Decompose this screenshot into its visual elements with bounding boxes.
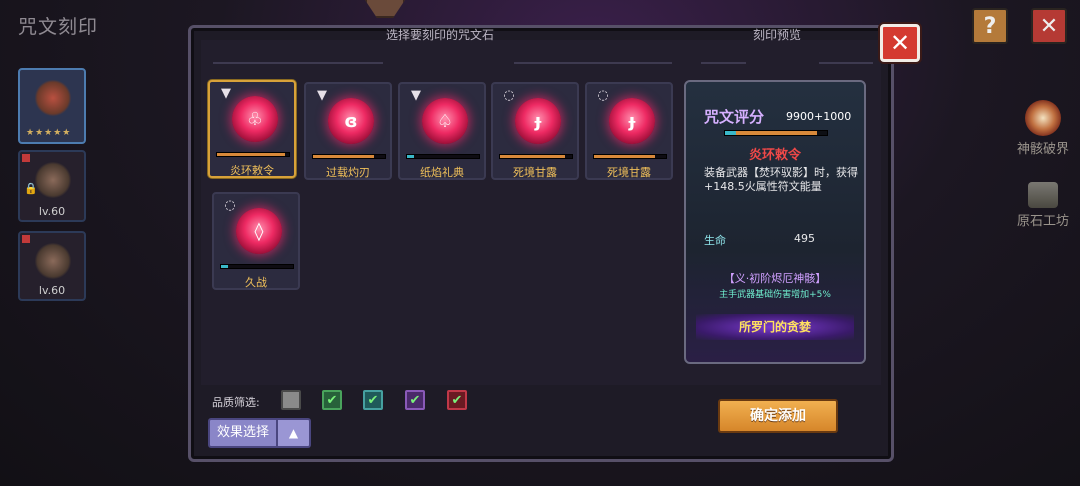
- rune-name: 死境甘露: [513, 166, 557, 179]
- screen-title: 咒文刻印: [18, 16, 99, 38]
- stat-value: 495: [794, 232, 815, 245]
- rune-name: 炎环敕令: [230, 164, 274, 177]
- rune-name: 过载灼刃: [326, 166, 370, 179]
- confirm-add-button[interactable]: 确定添加: [718, 399, 838, 433]
- top-emblem-icon: [365, 0, 405, 18]
- arrow-down-icon: ▼: [317, 88, 327, 103]
- score-bar-fill: [725, 131, 817, 135]
- score-bar: [724, 130, 828, 136]
- rune-card[interactable]: ◌ ɟ 死境甘露: [491, 82, 579, 180]
- hero-portrait: [34, 80, 72, 116]
- rune-name: 死境甘露: [607, 166, 651, 179]
- hero-card[interactable]: 🔒 lv.60: [18, 150, 86, 222]
- rune-progress-bar: [593, 154, 667, 159]
- rune-progress-fill: [217, 153, 286, 156]
- rune-progress-fill: [407, 155, 415, 158]
- side-link-label: 原石工坊: [1016, 214, 1069, 229]
- rune-card[interactable]: ▼ ♧ 炎环敕令: [208, 80, 296, 178]
- stat-name: 生命: [704, 234, 726, 247]
- hero-card[interactable]: lv.60: [18, 231, 86, 301]
- rune-stone-icon: ◊: [236, 208, 282, 254]
- set-name: 【义·初阶烬厄神骸】: [723, 272, 827, 285]
- divider: [819, 62, 873, 64]
- rune-card[interactable]: ◌ ɟ 死境甘露: [585, 82, 673, 180]
- engrave-preview-card: 咒文评分 9900+1000 炎环敕令 装备武器【焚环驭影】时，获得+148.5…: [684, 80, 866, 364]
- owner-name: 所罗门的贪婪: [696, 314, 854, 340]
- notification-badge: [22, 235, 30, 243]
- rune-card[interactable]: ▼ ɞ 过载灼刃: [304, 82, 392, 180]
- arrow-down-icon: ▼: [221, 86, 231, 101]
- quality-filter-checkbox[interactable]: ✔: [322, 390, 342, 410]
- quality-filter-checkbox[interactable]: ✔: [405, 390, 425, 410]
- ring-icon: ◌: [224, 198, 236, 213]
- divider: [514, 62, 672, 64]
- preview-rune-name: 炎环敕令: [748, 148, 801, 163]
- rune-progress-bar: [216, 152, 290, 157]
- set-bonus: 主手武器基础伤害增加+5%: [719, 290, 831, 300]
- rune-progress-fill: [221, 265, 229, 268]
- hero-portrait: [34, 162, 72, 198]
- skull-orb-icon: [1025, 100, 1061, 136]
- hero-level: lv.60: [38, 205, 66, 218]
- rune-progress-bar: [312, 154, 386, 159]
- rune-stone-icon: ɟ: [515, 98, 561, 144]
- notification-badge: [22, 154, 30, 162]
- score-label: 咒文评分: [704, 108, 765, 126]
- arrow-down-icon: ▼: [411, 88, 421, 103]
- score-value: 9900+1000: [786, 110, 852, 123]
- panel-close-button[interactable]: ✕: [880, 24, 920, 62]
- ring-icon: ◌: [597, 88, 609, 103]
- rune-card[interactable]: ▼ ♤ 纸焰礼典: [398, 82, 486, 180]
- screen-close-button[interactable]: ✕: [1031, 8, 1067, 44]
- divider: [701, 62, 746, 64]
- preview-title: 刻印预览: [753, 28, 802, 42]
- rune-stone-icon: ɞ: [328, 98, 374, 144]
- rune-progress-bar: [406, 154, 480, 159]
- rune-progress-fill: [313, 155, 375, 158]
- lock-icon: 🔒: [24, 182, 38, 195]
- rune-name: 久战: [245, 276, 267, 289]
- hero-portrait: [34, 243, 72, 279]
- quality-filter-checkbox[interactable]: ✔: [363, 390, 383, 410]
- rune-progress-fill: [594, 155, 656, 158]
- side-link-workshop[interactable]: 原石工坊: [1010, 178, 1076, 229]
- quality-filter-checkbox[interactable]: [281, 390, 301, 410]
- ring-icon: ◌: [503, 88, 515, 103]
- quality-filter-label: 品质筛选:: [212, 396, 260, 409]
- quality-filter-checkbox[interactable]: ✔: [447, 390, 467, 410]
- help-button[interactable]: ?: [972, 8, 1008, 44]
- rune-progress-bar: [220, 264, 294, 269]
- rune-stone-icon: ♤: [422, 98, 468, 144]
- rune-card[interactable]: ◌ ◊ 久战: [212, 192, 300, 290]
- divider: [213, 62, 383, 64]
- effect-select-button[interactable]: 效果选择: [208, 418, 278, 448]
- effect-toggle-button[interactable]: ▲: [278, 418, 311, 448]
- rune-progress-bar: [499, 154, 573, 159]
- rune-progress-fill: [500, 155, 565, 158]
- side-link-shenhai[interactable]: 神骸破界: [1010, 100, 1076, 157]
- rune-stone-icon: ♧: [232, 96, 278, 142]
- rune-stone-icon: ɟ: [609, 98, 655, 144]
- rune-select-title: 选择要刻印的咒文石: [386, 28, 495, 42]
- hero-level: lv.60: [38, 284, 66, 297]
- rune-name: 纸焰礼典: [420, 166, 464, 179]
- hero-stars: ★★★★★: [26, 128, 72, 138]
- anvil-icon: [1028, 182, 1058, 208]
- hero-card-selected[interactable]: ★★★★★: [18, 68, 86, 144]
- preview-description: 装备武器【焚环驭影】时，获得+148.5火属性符文能量: [704, 166, 858, 193]
- side-link-label: 神骸破界: [1016, 142, 1069, 157]
